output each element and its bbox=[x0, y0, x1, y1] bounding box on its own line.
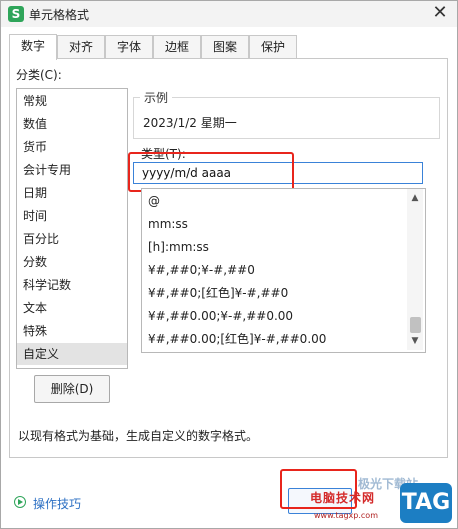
sample-value: 2023/1/2 星期一 bbox=[143, 116, 237, 130]
wps-spreadsheet-icon: S bbox=[8, 6, 24, 22]
scroll-up-icon[interactable]: ▲ bbox=[407, 191, 423, 205]
close-icon[interactable]: ✕ bbox=[431, 4, 449, 22]
category-item-special[interactable]: 特殊 bbox=[17, 320, 127, 342]
format-list: @ mm:ss [h]:mm:ss ¥#,##0;¥-#,##0 ¥#,##0;… bbox=[141, 188, 426, 353]
sample-label: 示例 bbox=[140, 89, 173, 106]
category-list: 常规 数值 货币 会计专用 日期 时间 百分比 分数 科学记数 文本 特殊 自定… bbox=[16, 88, 128, 369]
delete-button[interactable]: 删除(D) bbox=[34, 375, 110, 403]
category-item-custom[interactable]: 自定义 bbox=[17, 343, 127, 365]
format-item[interactable]: mm:ss bbox=[148, 213, 188, 235]
watermark-logo: TAG bbox=[400, 483, 452, 523]
scroll-thumb[interactable] bbox=[410, 317, 421, 333]
format-item[interactable]: ¥#,##0.00;[红色]¥-#,##0.00 bbox=[148, 328, 326, 350]
format-item[interactable]: ¥#,##0;[红色]¥-#,##0 bbox=[148, 282, 288, 304]
format-item[interactable]: ¥#,##0.00;¥-#,##0.00 bbox=[148, 305, 293, 327]
category-item-date[interactable]: 日期 bbox=[17, 182, 127, 204]
format-list-scrollbar[interactable]: ▲ ▼ bbox=[407, 189, 423, 350]
tab-protection[interactable]: 保护 bbox=[249, 35, 297, 59]
category-item-time[interactable]: 时间 bbox=[17, 205, 127, 227]
scroll-down-icon[interactable]: ▼ bbox=[407, 334, 423, 348]
watermark-text: 电脑技术网 bbox=[310, 491, 376, 505]
play-circle-icon[interactable] bbox=[14, 496, 26, 508]
tab-font[interactable]: 字体 bbox=[105, 35, 153, 59]
category-item-general[interactable]: 常规 bbox=[17, 90, 127, 112]
type-label: 类型(T): bbox=[141, 147, 186, 161]
watermark-url: www.tagxp.com bbox=[314, 511, 378, 520]
tips-link[interactable]: 操作技巧 bbox=[33, 495, 81, 512]
title-bar: S 单元格格式 ✕ bbox=[1, 1, 457, 27]
dialog-title: 单元格格式 bbox=[29, 8, 90, 22]
category-item-currency[interactable]: 货币 bbox=[17, 136, 127, 158]
format-item[interactable]: ¥#,##0;¥-#,##0 bbox=[148, 259, 255, 281]
format-item[interactable]: @ bbox=[148, 190, 160, 212]
tab-number[interactable]: 数字 bbox=[9, 34, 57, 60]
type-input[interactable] bbox=[133, 162, 423, 184]
category-item-accounting[interactable]: 会计专用 bbox=[17, 159, 127, 181]
description-text: 以现有格式为基础，生成自定义的数字格式。 bbox=[18, 429, 259, 443]
category-item-percentage[interactable]: 百分比 bbox=[17, 228, 127, 250]
category-label: 分类(C): bbox=[16, 68, 62, 82]
category-item-number[interactable]: 数值 bbox=[17, 113, 127, 135]
tab-border[interactable]: 边框 bbox=[153, 35, 201, 59]
category-item-text[interactable]: 文本 bbox=[17, 297, 127, 319]
category-item-fraction[interactable]: 分数 bbox=[17, 251, 127, 273]
tab-alignment[interactable]: 对齐 bbox=[57, 35, 105, 59]
tab-pattern[interactable]: 图案 bbox=[201, 35, 249, 59]
format-item[interactable]: [h]:mm:ss bbox=[148, 236, 209, 258]
category-item-scientific[interactable]: 科学记数 bbox=[17, 274, 127, 296]
